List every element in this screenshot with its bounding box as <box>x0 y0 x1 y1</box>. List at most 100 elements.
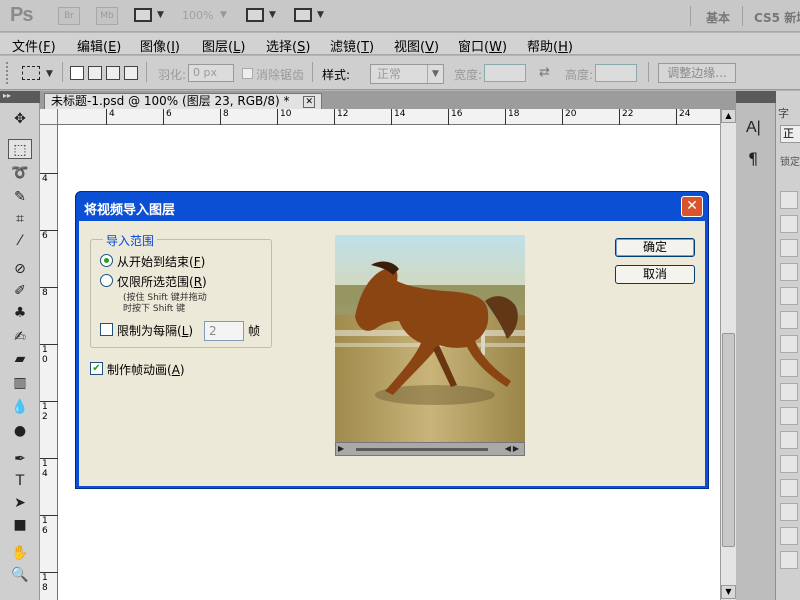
eraser-tool-icon[interactable]: ▰ <box>8 349 32 369</box>
zoom-level[interactable]: 100% <box>182 9 213 22</box>
radio-from-start-to-end[interactable] <box>100 254 113 267</box>
scroll-down-button[interactable]: ▼ <box>721 585 736 599</box>
menu-window[interactable]: 窗口(W) <box>458 36 507 55</box>
workspace-basic[interactable]: 基本 <box>706 9 730 26</box>
scroll-thumb[interactable] <box>722 333 735 547</box>
from-start-to-end-label[interactable]: 从开始到结束(F) <box>117 253 205 270</box>
quick-select-tool-icon[interactable]: ✎ <box>8 187 32 207</box>
menu-layer[interactable]: 图层(L) <box>202 36 245 55</box>
bridge-button[interactable]: Br <box>58 7 80 25</box>
width-input[interactable] <box>484 64 526 82</box>
layer-row[interactable] <box>780 191 798 209</box>
horizontal-ruler: 4 6 8 10 12 14 16 18 20 22 24 <box>58 109 720 125</box>
make-frame-animation-label[interactable]: 制作帧动画(A) <box>107 361 185 378</box>
shape-tool-icon[interactable]: ■ <box>8 515 32 535</box>
pen-tool-icon[interactable]: ✒ <box>8 449 32 469</box>
limit-frames-label[interactable]: 限制为每隔(L) <box>117 322 193 339</box>
workspace-cs5-new[interactable]: CS5 新增 <box>754 9 800 26</box>
panel-tab-label[interactable]: 字 <box>778 105 789 121</box>
timeline-track[interactable] <box>356 448 488 451</box>
feather-input[interactable]: 0 px <box>188 64 234 82</box>
menu-select[interactable]: 选择(S) <box>266 36 310 55</box>
layer-row[interactable] <box>780 407 798 425</box>
play-icon[interactable]: ▶ <box>338 444 344 453</box>
rect-marquee-preset-icon[interactable] <box>22 66 40 80</box>
hand-tool-icon[interactable]: ✋ <box>8 543 32 563</box>
refine-edge-button[interactable]: 调整边缘... <box>658 63 736 83</box>
layer-row[interactable] <box>780 239 798 257</box>
chevron-down-icon[interactable]: ▼ <box>220 10 227 20</box>
path-select-tool-icon[interactable]: ➤ <box>8 493 32 513</box>
menu-edit[interactable]: 编辑(E) <box>77 36 121 55</box>
move-tool-icon[interactable]: ✥ <box>8 109 32 129</box>
selected-range-label[interactable]: 仅限所选范围(R) <box>117 273 207 290</box>
document-tab[interactable]: 未标题-1.psd @ 100% (图层 23, RGB/8) * ✕ <box>44 93 323 109</box>
layer-row[interactable] <box>780 311 798 329</box>
screen-mode-icon[interactable] <box>294 8 312 22</box>
new-selection-icon[interactable] <box>70 66 84 80</box>
arrange-documents-icon[interactable] <box>246 8 264 22</box>
radio-selected-range[interactable] <box>100 274 113 287</box>
right-panel-header[interactable] <box>736 91 776 103</box>
lasso-tool-icon[interactable]: ➰ <box>8 163 32 183</box>
brush-tool-icon[interactable]: ✐ <box>8 281 32 301</box>
step-controls-icon[interactable]: ◀▶ <box>505 444 521 453</box>
options-grip[interactable] <box>6 62 10 84</box>
cancel-button[interactable]: 取消 <box>615 265 695 284</box>
dodge-tool-icon[interactable]: ● <box>8 421 32 441</box>
rect-marquee-tool-icon[interactable]: ⬚ <box>8 139 32 159</box>
chevron-down-icon[interactable]: ▼ <box>269 10 276 20</box>
vertical-scrollbar[interactable]: ▲ ▼ <box>720 109 736 600</box>
layer-row[interactable] <box>780 431 798 449</box>
ok-button[interactable]: 确定 <box>615 238 695 257</box>
swap-icon[interactable]: ⇄ <box>539 65 550 80</box>
layer-row[interactable] <box>780 335 798 353</box>
dialog-close-button[interactable]: ✕ <box>681 196 703 217</box>
close-icon[interactable]: ✕ <box>303 95 316 108</box>
limit-frames-checkbox[interactable] <box>100 323 113 336</box>
layer-row[interactable] <box>780 359 798 377</box>
layer-row[interactable] <box>780 527 798 545</box>
layer-row[interactable] <box>780 383 798 401</box>
layer-row[interactable] <box>780 455 798 473</box>
paragraph-panel-icon[interactable]: ¶ <box>748 149 758 168</box>
gradient-tool-icon[interactable]: ▥ <box>8 373 32 393</box>
subtract-selection-icon[interactable] <box>106 66 120 80</box>
view-extras-icon[interactable] <box>134 8 152 22</box>
chevron-down-icon[interactable]: ▼ <box>157 10 164 20</box>
layer-row[interactable] <box>780 551 798 569</box>
clone-stamp-tool-icon[interactable]: ♣ <box>8 303 32 323</box>
layer-row[interactable] <box>780 503 798 521</box>
eyedropper-tool-icon[interactable]: ⁄ <box>8 231 32 251</box>
menu-filter[interactable]: 滤镜(T) <box>330 36 374 55</box>
height-input[interactable] <box>595 64 637 82</box>
blend-mode-select[interactable]: 正常 <box>780 125 800 143</box>
blur-tool-icon[interactable]: 💧 <box>8 397 32 417</box>
layer-row[interactable] <box>780 479 798 497</box>
menu-help[interactable]: 帮助(H) <box>527 36 573 55</box>
scroll-up-button[interactable]: ▲ <box>721 109 736 123</box>
menu-image[interactable]: 图像(I) <box>140 36 180 55</box>
layer-row[interactable] <box>780 215 798 233</box>
limit-frames-input[interactable]: 2 <box>204 321 244 341</box>
menu-view[interactable]: 视图(V) <box>394 36 439 55</box>
make-frame-animation-checkbox[interactable]: ✔ <box>90 362 103 375</box>
chevron-down-icon[interactable]: ▼ <box>317 10 324 20</box>
crop-tool-icon[interactable]: ⌗ <box>8 209 32 229</box>
menu-file[interactable]: 文件(F) <box>12 36 56 55</box>
chevron-down-icon[interactable]: ▼ <box>46 69 53 79</box>
type-tool-icon[interactable]: T <box>8 471 32 491</box>
tools-panel-header[interactable]: ▸▸ <box>0 91 40 103</box>
healing-brush-tool-icon[interactable]: ⊘ <box>8 259 32 279</box>
style-select[interactable]: 正常 ▼ <box>370 64 444 84</box>
character-panel-icon[interactable]: A| <box>746 119 761 137</box>
add-selection-icon[interactable] <box>88 66 102 80</box>
zoom-tool-icon[interactable]: 🔍 <box>8 565 32 585</box>
range-hint-line2: 时按下 Shift 键 <box>123 304 186 314</box>
antialias-checkbox[interactable] <box>242 68 253 79</box>
mini-bridge-button[interactable]: Mb <box>96 7 118 25</box>
layer-row[interactable] <box>780 287 798 305</box>
intersect-selection-icon[interactable] <box>124 66 138 80</box>
layer-row[interactable] <box>780 263 798 281</box>
history-brush-tool-icon[interactable]: ✍ <box>8 327 32 347</box>
